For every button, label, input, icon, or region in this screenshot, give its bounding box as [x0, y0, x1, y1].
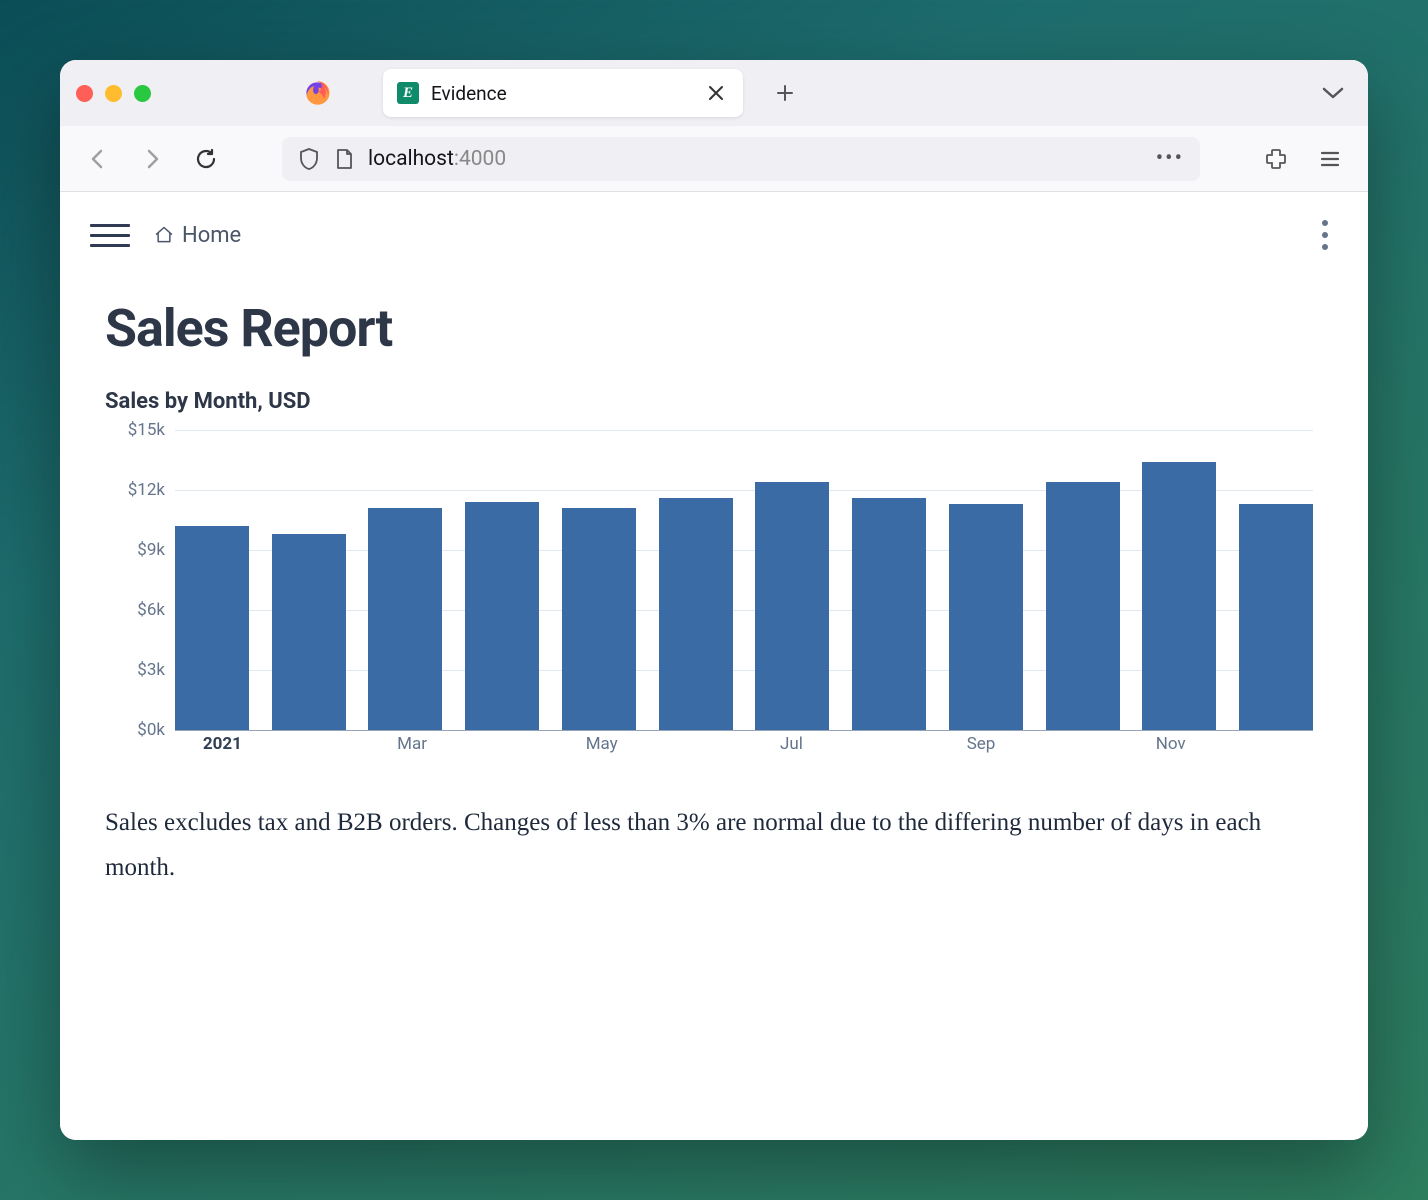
- x-axis-label: [270, 734, 365, 760]
- back-button[interactable]: [80, 141, 116, 177]
- hamburger-menu-button[interactable]: [90, 217, 130, 254]
- y-axis-label: $6k: [105, 600, 165, 620]
- x-axis-label: Jul: [744, 734, 839, 760]
- shield-icon[interactable]: [298, 147, 320, 171]
- y-axis-label: $3k: [105, 660, 165, 680]
- bar-apr: [465, 502, 539, 730]
- y-axis-label: $9k: [105, 540, 165, 560]
- app-menu-button[interactable]: [1312, 141, 1348, 177]
- forward-button[interactable]: [134, 141, 170, 177]
- gridline: [175, 730, 1313, 731]
- x-axis-label: [1028, 734, 1123, 760]
- minimize-window-button[interactable]: [105, 85, 122, 102]
- browser-window: E Evidence: [60, 60, 1368, 1140]
- home-icon: [154, 225, 174, 245]
- reload-button[interactable]: [188, 141, 224, 177]
- x-axis-label: [649, 734, 744, 760]
- maximize-window-button[interactable]: [134, 85, 151, 102]
- tab-favicon-icon: E: [397, 82, 419, 104]
- x-axis-label: May: [554, 734, 649, 760]
- window-controls: [76, 85, 151, 102]
- tab-list-button[interactable]: [1314, 78, 1352, 108]
- x-axis-label: Sep: [934, 734, 1029, 760]
- bar-oct: [1046, 482, 1120, 730]
- report-body: Sales Report Sales by Month, USD $0k $3k $…: [60, 278, 1368, 930]
- bar-aug: [852, 498, 926, 730]
- page-actions-button[interactable]: •••: [1156, 146, 1184, 171]
- chart-title: Sales by Month, USD: [105, 389, 1323, 414]
- url-bar[interactable]: localhost:4000 •••: [282, 137, 1200, 181]
- browser-tab[interactable]: E Evidence: [383, 69, 743, 117]
- page-content: Home Sales Report Sales by Month, USD $0…: [60, 192, 1368, 1140]
- new-tab-button[interactable]: [755, 83, 815, 103]
- y-axis-label: $0k: [105, 720, 165, 740]
- x-axis-label: Mar: [365, 734, 460, 760]
- extensions-button[interactable]: [1258, 141, 1294, 177]
- sales-bar-chart: $0k$3k$6k$9k$12k$15k 2021MarMayJulSepNov: [105, 430, 1323, 760]
- tab-bar: E Evidence: [60, 60, 1368, 126]
- x-axis-label: [839, 734, 934, 760]
- bar-may: [562, 508, 636, 730]
- app-header: Home: [60, 192, 1368, 278]
- report-note: Sales excludes tax and B2B orders. Chang…: [105, 800, 1323, 890]
- bar-jun: [659, 498, 733, 730]
- page-info-icon[interactable]: [334, 147, 354, 171]
- tab-close-button[interactable]: [703, 80, 729, 106]
- y-axis-label: $15k: [105, 420, 165, 440]
- bar-jan: [175, 526, 249, 730]
- bar-sep: [949, 504, 1023, 730]
- page-options-button[interactable]: [1312, 210, 1338, 260]
- url-host: localhost: [368, 147, 454, 171]
- close-window-button[interactable]: [76, 85, 93, 102]
- bar-jul: [755, 482, 829, 730]
- y-axis-label: $12k: [105, 480, 165, 500]
- x-axis-label: [1218, 734, 1313, 760]
- tab-title: Evidence: [431, 82, 691, 105]
- breadcrumb[interactable]: Home: [154, 223, 241, 248]
- bar-mar: [368, 508, 442, 730]
- x-axis-label: 2021: [175, 734, 270, 760]
- firefox-icon: [303, 79, 331, 107]
- x-axis-label: Nov: [1123, 734, 1218, 760]
- x-axis-label: [459, 734, 554, 760]
- url-port: :4000: [454, 147, 506, 171]
- url-text: localhost:4000: [368, 147, 506, 171]
- bar-nov: [1142, 462, 1216, 730]
- bar-feb: [272, 534, 346, 730]
- breadcrumb-home: Home: [182, 223, 241, 248]
- bar-dec: [1239, 504, 1313, 730]
- page-title: Sales Report: [105, 298, 1323, 359]
- browser-toolbar: localhost:4000 •••: [60, 126, 1368, 192]
